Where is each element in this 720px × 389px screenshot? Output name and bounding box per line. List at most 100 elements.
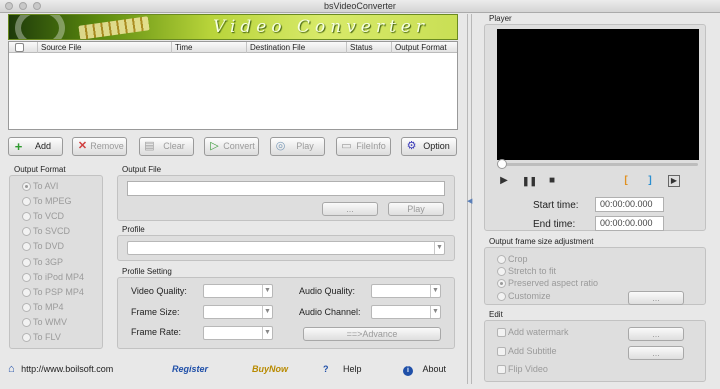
add-subtitle-checkbox[interactable] [497, 347, 506, 356]
banner-title: Video Converter [213, 17, 429, 37]
play-icon[interactable]: ▶ [498, 175, 510, 187]
website-link[interactable]: ⌂ http://www.boilsoft.com [8, 362, 113, 376]
output-format-option-label: To MP4 [33, 301, 64, 312]
output-file-label: Output File [122, 165, 162, 174]
fileinfo-button[interactable]: ▭ FileInfo [336, 137, 391, 156]
chevron-down-icon: ▼ [430, 306, 440, 318]
output-format-radio[interactable] [22, 333, 31, 342]
customize-size-button[interactable]: ... [628, 291, 684, 305]
video-quality-label: Video Quality: [131, 286, 187, 296]
chevron-down-icon: ▼ [262, 285, 272, 297]
about-link[interactable]: i About [403, 362, 446, 376]
frame-size-label: Frame Size: [131, 307, 180, 317]
window-title: bsVideoConverter [324, 1, 396, 11]
add-watermark-checkbox[interactable] [497, 328, 506, 337]
file-list-table[interactable]: Source File Time Destination File Status… [8, 41, 458, 130]
output-file-field[interactable] [127, 181, 445, 196]
frame-size-select[interactable]: ▼ [203, 305, 273, 319]
buy-now-link[interactable]: BuyNow [252, 362, 288, 376]
convert-play-icon: ▷ [210, 140, 219, 152]
audio-channel-label: Audio Channel: [299, 307, 361, 317]
chevron-down-icon: ▼ [262, 327, 272, 339]
clear-button[interactable]: ▤ Clear [139, 137, 194, 156]
jump-end-icon[interactable]: ▶ [668, 175, 680, 187]
column-header-output-format[interactable]: Output Format [392, 42, 457, 53]
panel-splitter[interactable]: ◀ [464, 14, 476, 384]
subtitle-settings-button[interactable]: ... [628, 346, 684, 360]
video-preview [497, 29, 699, 160]
seek-knob[interactable] [497, 159, 507, 169]
output-format-radio[interactable] [22, 302, 31, 312]
end-time-label: End time: [533, 219, 576, 230]
advance-button[interactable]: ==>Advance [303, 327, 441, 341]
column-header-time[interactable]: Time [172, 42, 247, 53]
set-end-marker-icon[interactable]: ] [644, 175, 656, 187]
frame-adjust-option-label: Crop [508, 254, 528, 264]
output-format-label: Output Format [14, 165, 66, 174]
video-quality-select[interactable]: ▼ [203, 284, 273, 298]
output-format-option-label: To SVCD [33, 226, 71, 237]
audio-quality-select[interactable]: ▼ [371, 284, 441, 298]
edit-label: Edit [489, 310, 503, 319]
output-format-option-label: To PSP MP4 [33, 286, 84, 297]
frame-rate-select[interactable]: ▼ [203, 326, 273, 340]
player-label: Player [489, 14, 512, 23]
play-button[interactable]: ◎ Play [270, 137, 325, 156]
output-format-radio[interactable] [22, 287, 31, 297]
output-format-option-label: To WMV [33, 316, 68, 327]
stop-icon[interactable]: ■ [546, 175, 558, 187]
register-link[interactable]: Register [172, 362, 208, 376]
frame-adjust-radio[interactable] [497, 255, 506, 264]
frame-rate-label: Frame Rate: [131, 327, 182, 337]
frame-adjust-option-label: Stretch to fit [508, 266, 557, 277]
column-header-source[interactable]: Source File [38, 42, 172, 53]
chevron-down-icon: ▼ [262, 306, 272, 318]
output-format-radio[interactable] [22, 317, 31, 327]
app-banner: Video Converter [8, 14, 458, 40]
column-header-destination[interactable]: Destination File [247, 42, 347, 53]
output-format-option-label: To VCD [33, 211, 65, 222]
audio-channel-select[interactable]: ▼ [371, 305, 441, 319]
collapse-left-icon[interactable]: ◀ [467, 197, 472, 205]
home-icon: ⌂ [8, 363, 15, 375]
output-format-option-label: To iPod MP4 [33, 271, 85, 282]
start-time-label: Start time: [533, 200, 579, 211]
plus-icon: + [14, 139, 23, 154]
pause-icon[interactable]: ❚❚ [522, 175, 537, 187]
end-time-field[interactable]: 00:00:00.000 [595, 216, 664, 231]
output-format-radio[interactable] [22, 272, 31, 282]
output-format-radio[interactable] [22, 182, 31, 191]
frame-adjust-option-label: Customize [508, 290, 551, 301]
select-all-checkbox[interactable] [15, 43, 24, 52]
select-all-column [9, 42, 38, 53]
help-link[interactable]: ? Help [323, 362, 362, 376]
output-format-option-label: To AVI [33, 181, 59, 191]
add-button[interactable]: + Add [8, 137, 63, 156]
remove-x-icon: ✕ [77, 140, 88, 152]
banner-film-strip-graphic [78, 16, 150, 39]
convert-button[interactable]: ▷ Convert [204, 137, 259, 156]
gear-icon: ⚙ [406, 140, 417, 152]
column-header-status[interactable]: Status [347, 42, 392, 53]
play-disc-icon: ◎ [275, 140, 286, 152]
profile-select[interactable]: ▼ [127, 241, 445, 255]
option-button[interactable]: ⚙ Option [401, 137, 457, 156]
output-format-option-label: To FLV [33, 332, 61, 342]
flip-video-checkbox[interactable] [497, 365, 506, 374]
frame-adjust-radio[interactable] [497, 291, 506, 301]
info-icon: i [403, 366, 413, 376]
output-format-option-label: To 3GP [33, 256, 64, 267]
browse-output-button[interactable]: ... [322, 202, 378, 216]
file-list-header: Source File Time Destination File Status… [9, 42, 457, 53]
output-format-radio[interactable] [22, 257, 31, 267]
profile-label: Profile [122, 225, 145, 234]
chevron-down-icon: ▼ [430, 285, 440, 297]
play-output-button[interactable]: Play [388, 202, 444, 216]
seek-bar[interactable] [498, 163, 698, 166]
start-time-field[interactable]: 00:00:00.000 [595, 197, 664, 212]
profile-setting-label: Profile Setting [122, 267, 172, 276]
file-info-icon: ▭ [341, 140, 352, 152]
remove-button[interactable]: ✕ Remove [72, 137, 127, 156]
set-start-marker-icon[interactable]: [ [620, 175, 632, 187]
watermark-settings-button[interactable]: ... [628, 327, 684, 341]
